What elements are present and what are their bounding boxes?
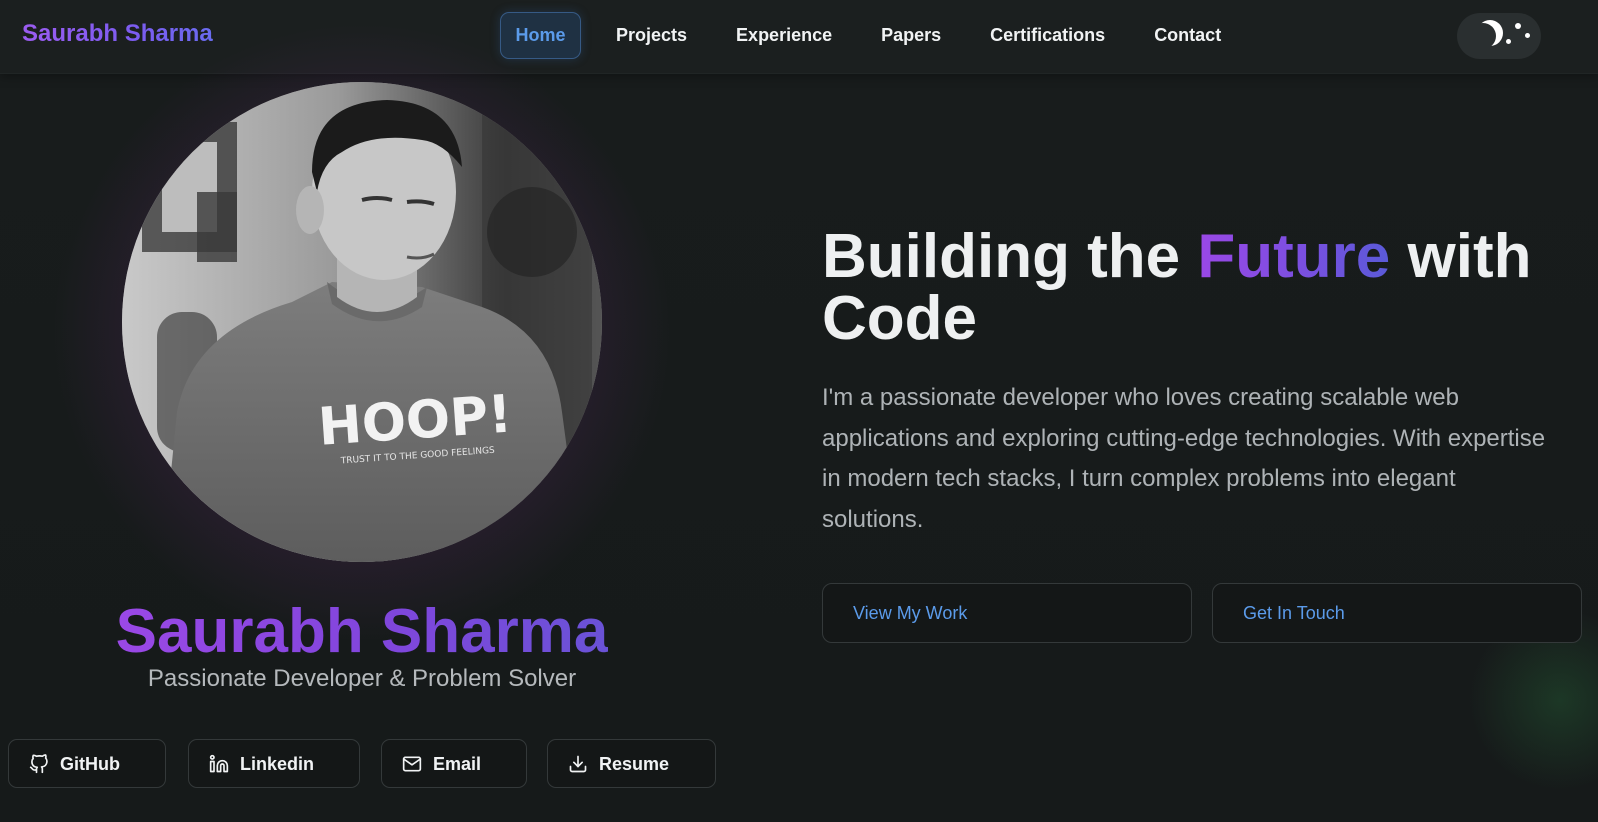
github-button[interactable]: GitHub	[8, 739, 166, 788]
theme-toggle-button[interactable]	[1457, 13, 1541, 59]
mail-icon	[402, 756, 422, 772]
headline-accent: Future	[1197, 222, 1391, 291]
brand-logo[interactable]: Saurabh Sharma	[22, 20, 213, 48]
nav-links: Home Projects Experience Papers Certific…	[500, 12, 1221, 59]
get-in-touch-button[interactable]: Get In Touch	[1212, 583, 1582, 643]
view-work-button[interactable]: View My Work	[822, 583, 1192, 643]
email-label: Email	[433, 754, 482, 774]
headline-part-1: Building the	[822, 222, 1198, 291]
hero-headline: Building the Future with Code	[822, 226, 1582, 350]
profile-photo: HOOP! TRUST IT TO THE GOOD FEELINGS	[122, 82, 602, 562]
resume-label: Resume	[599, 754, 670, 774]
nav-experience[interactable]: Experience	[736, 12, 832, 59]
github-icon	[29, 754, 48, 774]
email-button[interactable]: Email	[381, 739, 527, 788]
github-label: GitHub	[60, 754, 120, 774]
hero-name: Saurabh Sharma	[115, 597, 609, 666]
nav-projects[interactable]: Projects	[616, 12, 687, 59]
moon-icon	[1470, 23, 1496, 49]
nav-certifications[interactable]: Certifications	[990, 12, 1105, 59]
hero-role: Passionate Developer & Problem Solver	[147, 665, 577, 692]
linkedin-label: Linkedin	[240, 754, 315, 774]
nav-contact[interactable]: Contact	[1154, 12, 1221, 59]
download-icon	[569, 755, 587, 773]
resume-button[interactable]: Resume	[547, 739, 716, 788]
linkedin-button[interactable]: Linkedin	[188, 739, 360, 788]
stars-icon	[1503, 23, 1531, 49]
hero-intro: I'm a passionate developer who loves cre…	[822, 384, 1546, 533]
nav-papers[interactable]: Papers	[881, 12, 941, 59]
linkedin-icon	[209, 754, 229, 773]
